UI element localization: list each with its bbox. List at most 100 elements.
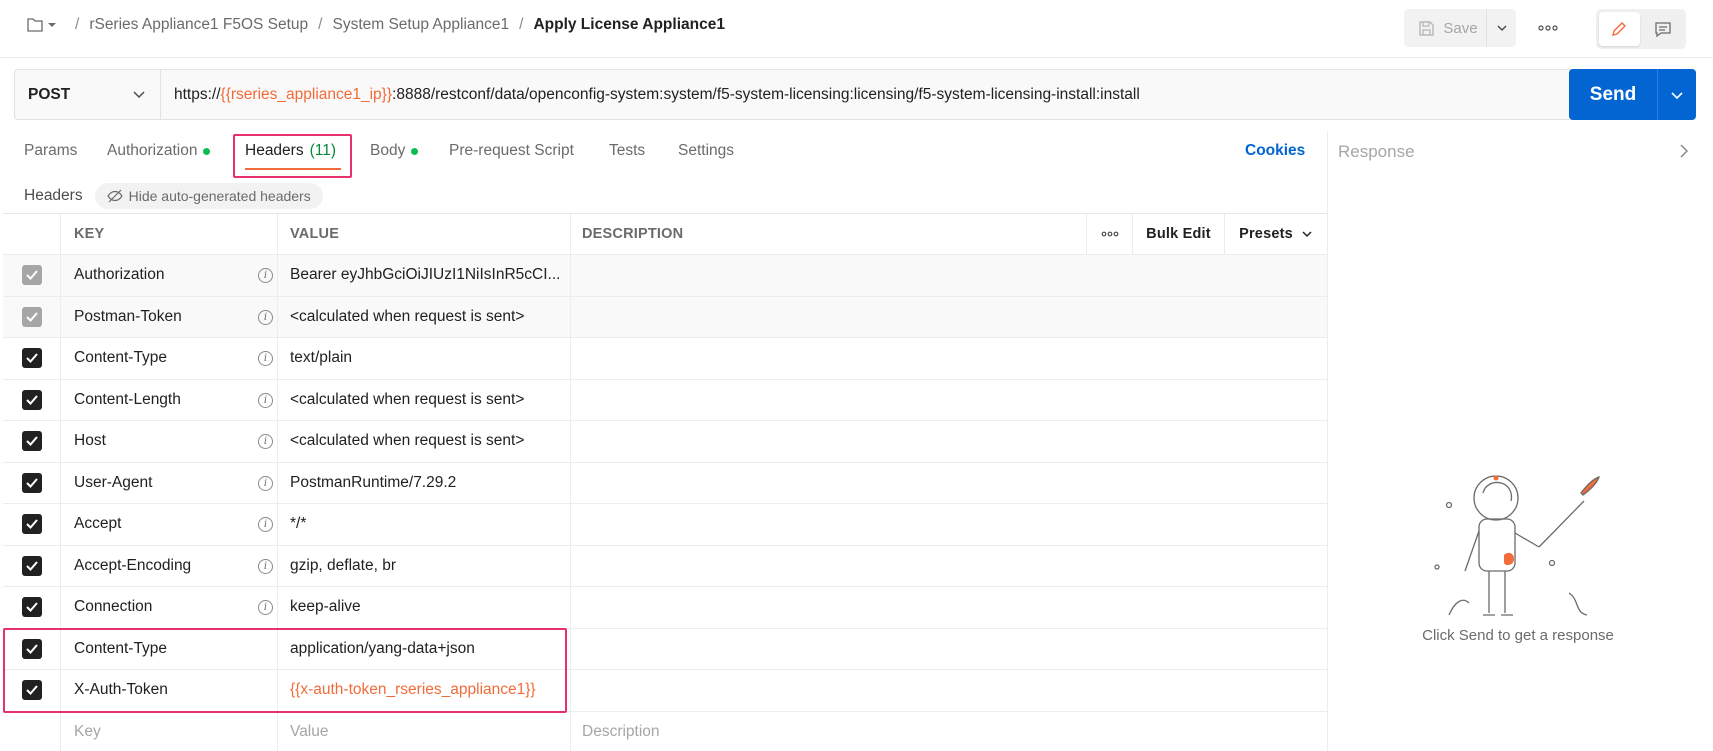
header-description[interactable]	[571, 463, 1327, 504]
info-icon[interactable]: i	[258, 517, 273, 532]
table-row: Content-Type i text/plain	[3, 338, 1327, 380]
request-tabs: Params Authorization Headers (11) Body Pr…	[0, 132, 1327, 176]
breadcrumb-separator: /	[519, 16, 524, 33]
header-value[interactable]: <calculated when request is sent>	[278, 379, 571, 420]
info-icon[interactable]: i	[258, 434, 273, 449]
header-value[interactable]: <calculated when request is sent>	[278, 296, 571, 337]
row-checkbox[interactable]	[21, 555, 42, 576]
column-header-value: VALUE	[278, 214, 571, 254]
save-button[interactable]: Save	[1404, 9, 1492, 47]
eye-off-icon	[106, 189, 123, 203]
save-options-button[interactable]	[1486, 9, 1516, 47]
header-key[interactable]: User-Agent i	[61, 462, 278, 503]
tab-settings[interactable]: Settings	[678, 142, 734, 160]
row-checkbox-cell	[3, 587, 61, 628]
header-key[interactable]: Connection i	[61, 587, 278, 628]
row-checkbox[interactable]	[21, 514, 42, 535]
info-icon[interactable]: i	[258, 600, 273, 615]
header-key[interactable]: Host i	[61, 421, 278, 462]
header-key-text: Authorization	[74, 266, 165, 284]
header-key[interactable]: Authorization i	[61, 255, 278, 296]
row-checkbox[interactable]	[21, 472, 42, 493]
row-checkbox[interactable]	[21, 348, 42, 369]
header-value[interactable]: gzip, deflate, br	[278, 545, 571, 586]
header-value[interactable]: */*	[278, 504, 571, 545]
row-checkbox[interactable]	[21, 431, 42, 452]
new-value-input[interactable]: Value	[278, 711, 571, 751]
comments-mode-button[interactable]	[1643, 12, 1684, 46]
header-key-text: Accept-Encoding	[74, 556, 192, 574]
tab-label: Settings	[678, 142, 735, 159]
header-value[interactable]: PostmanRuntime/7.29.2	[278, 462, 571, 503]
header-value[interactable]: text/plain	[278, 338, 571, 379]
info-icon[interactable]: i	[258, 392, 273, 408]
header-key[interactable]: Postman-Token i	[61, 296, 278, 337]
tab-pre-request-script[interactable]: Pre-request Script	[449, 142, 574, 160]
breadcrumb-item-collection[interactable]: rSeries Appliance1 F5OS Setup	[89, 16, 308, 34]
headers-subheader: Headers Hide auto-generated headers	[24, 183, 323, 209]
hide-auto-headers-button[interactable]: Hide auto-generated headers	[94, 183, 323, 209]
edit-mode-button[interactable]	[1599, 12, 1640, 46]
header-description[interactable]	[571, 504, 1327, 545]
info-icon[interactable]: i	[258, 475, 273, 491]
header-description[interactable]	[571, 380, 1327, 421]
collection-switcher[interactable]	[26, 16, 57, 34]
url-input[interactable]: https://{{rseries_appliance1_ip}}:8888/r…	[160, 69, 1576, 120]
header-value[interactable]: keep-alive	[278, 587, 571, 628]
save-icon	[1419, 20, 1435, 36]
chevron-right-icon[interactable]	[1678, 143, 1690, 159]
new-key-input[interactable]: Key	[61, 711, 278, 751]
tab-authorization[interactable]: Authorization	[107, 142, 211, 160]
row-checkbox[interactable]	[21, 597, 42, 618]
header-value[interactable]: <calculated when request is sent>	[278, 421, 571, 462]
row-checkbox-cell	[3, 711, 61, 751]
response-empty-message: Click Send to get a response	[1422, 627, 1614, 644]
header-key[interactable]: Accept-Encoding i	[61, 545, 278, 586]
check-icon	[25, 395, 38, 405]
header-description[interactable]	[571, 255, 1327, 296]
header-description[interactable]	[571, 546, 1327, 587]
send-button[interactable]: Send	[1569, 69, 1696, 120]
column-options-button[interactable]	[1087, 214, 1133, 254]
more-actions-button[interactable]	[1534, 16, 1562, 40]
header-description[interactable]	[571, 629, 1327, 670]
top-bar: / rSeries Appliance1 F5OS Setup / System…	[0, 0, 1713, 58]
caret-down-icon	[48, 23, 56, 27]
row-checkbox[interactable]	[21, 306, 42, 327]
header-description[interactable]	[571, 421, 1327, 462]
tab-label: Body	[370, 142, 406, 159]
response-pane-divider[interactable]	[1327, 132, 1328, 751]
header-description[interactable]	[571, 670, 1327, 711]
cookies-link[interactable]: Cookies	[1245, 142, 1305, 160]
request-title[interactable]: Apply License Appliance1	[533, 16, 725, 34]
tab-label: Pre-request Script	[449, 142, 574, 159]
tab-body[interactable]: Body	[370, 142, 419, 160]
header-key[interactable]: Content-Length i	[61, 379, 278, 420]
info-icon[interactable]: i	[258, 558, 273, 574]
header-description[interactable]	[571, 338, 1327, 379]
new-description-input[interactable]: Description	[571, 712, 1327, 751]
header-description[interactable]	[571, 587, 1327, 628]
more-horizontal-icon	[1538, 25, 1558, 31]
row-checkbox[interactable]	[21, 389, 42, 410]
tab-tests[interactable]: Tests	[609, 142, 645, 160]
table-row: Content-Length i <calculated when request…	[3, 379, 1327, 421]
send-options-button[interactable]	[1658, 88, 1696, 102]
method-select[interactable]: POST	[14, 69, 160, 120]
row-checkbox[interactable]	[21, 265, 42, 286]
bulk-edit-button[interactable]: Bulk Edit	[1133, 214, 1225, 254]
info-icon[interactable]: i	[258, 351, 273, 366]
info-icon[interactable]: i	[258, 268, 273, 283]
info-icon[interactable]: i	[258, 309, 273, 325]
breadcrumb-item-folder[interactable]: System Setup Appliance1	[332, 16, 509, 34]
header-value[interactable]: Bearer eyJhbGciOiJIUzI1NiIsInR5cCI...	[278, 255, 571, 296]
check-icon	[25, 561, 38, 571]
header-key[interactable]: Content-Type i	[61, 338, 278, 379]
url-variable[interactable]: {{rseries_appliance1_ip}}	[221, 86, 393, 104]
table-header-row: KEY VALUE DESCRIPTION Bulk Edit Presets	[3, 214, 1327, 255]
presets-dropdown[interactable]: Presets	[1225, 214, 1327, 254]
tab-params[interactable]: Params	[24, 142, 77, 160]
table-row: Connection i keep-alive	[3, 587, 1327, 629]
header-key[interactable]: Accept i	[61, 504, 278, 545]
header-description[interactable]	[571, 296, 1327, 337]
